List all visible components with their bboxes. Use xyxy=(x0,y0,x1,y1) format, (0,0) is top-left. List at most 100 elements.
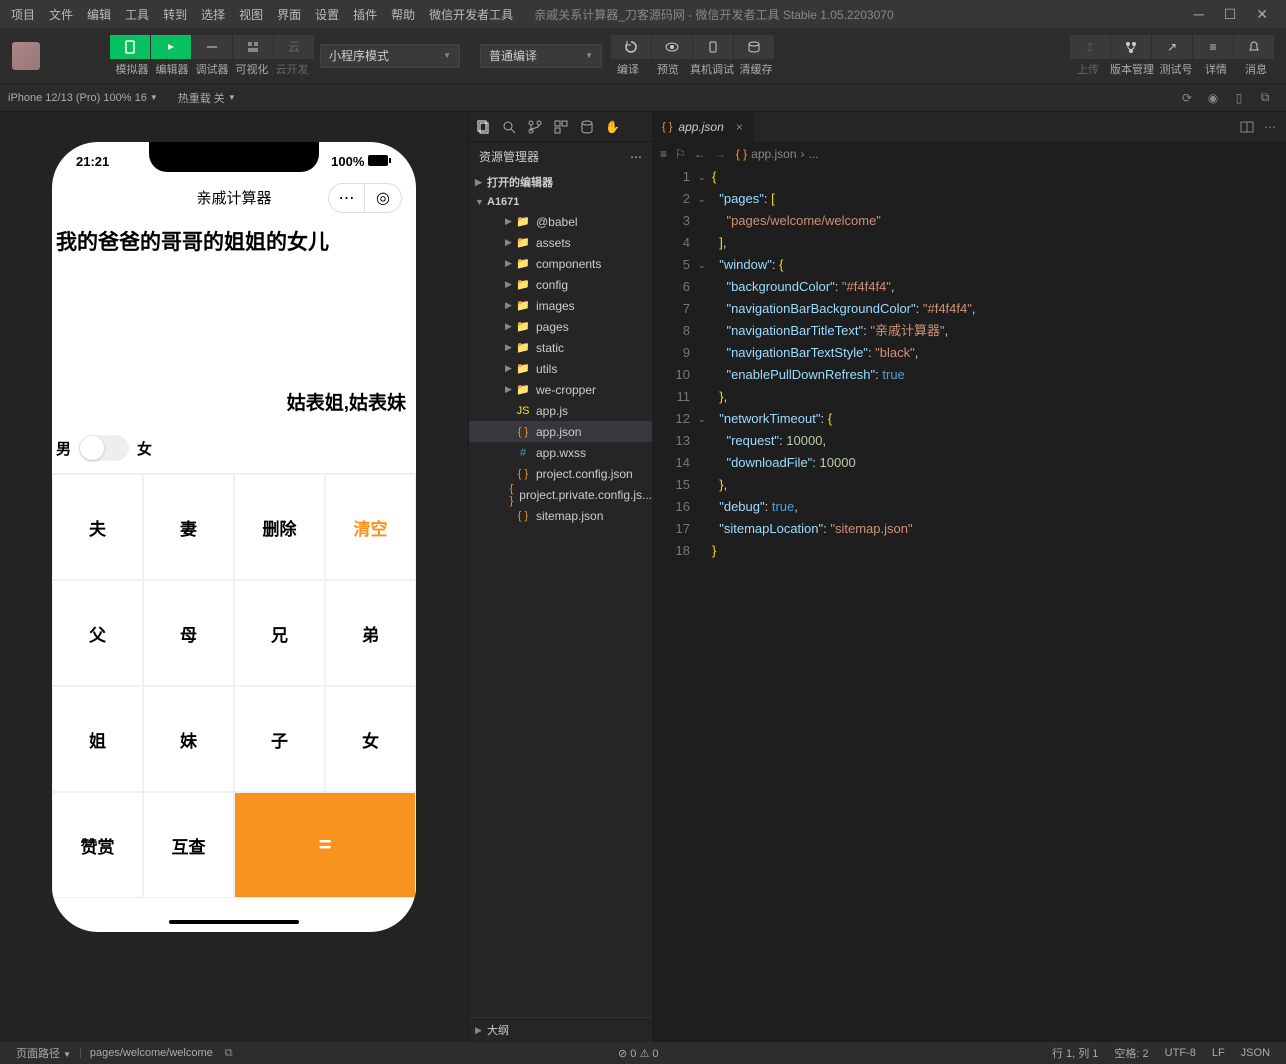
hot-reload-toggle[interactable]: 热重载 关▼ xyxy=(178,90,236,106)
encoding[interactable]: UTF-8 xyxy=(1165,1047,1196,1059)
tree-utils[interactable]: ▶📁utils xyxy=(469,358,652,379)
open-editors-section[interactable]: ▶打开的编辑器 xyxy=(469,171,652,193)
menu-编辑[interactable]: 编辑 xyxy=(80,8,118,22)
tree-config[interactable]: ▶📁config xyxy=(469,274,652,295)
key-妻[interactable]: 妻 xyxy=(143,474,234,580)
preview-button[interactable] xyxy=(652,35,692,59)
tree-images[interactable]: ▶📁images xyxy=(469,295,652,316)
key-母[interactable]: 母 xyxy=(143,580,234,686)
menu-选择[interactable]: 选择 xyxy=(194,8,232,22)
debugger-button[interactable] xyxy=(192,35,232,59)
code-editor[interactable]: 123456789101112131415161718 ⌄⌄ ⌄ ⌄ { "pa… xyxy=(652,166,1286,1042)
tree-@babel[interactable]: ▶📁@babel xyxy=(469,211,652,232)
tree-assets[interactable]: ▶📁assets xyxy=(469,232,652,253)
project-root[interactable]: ▼A1671 xyxy=(469,193,652,211)
language[interactable]: JSON xyxy=(1241,1047,1270,1059)
branch-icon[interactable] xyxy=(527,119,543,135)
key-赞赏[interactable]: 赞赏 xyxy=(52,792,143,898)
key-姐[interactable]: 姐 xyxy=(52,686,143,792)
files-icon[interactable] xyxy=(475,119,491,135)
phone-icon[interactable]: ▯ xyxy=(1226,85,1252,111)
clear-cache-button[interactable] xyxy=(734,35,774,59)
refresh-icon[interactable]: ⟳ xyxy=(1174,85,1200,111)
tree-pages[interactable]: ▶📁pages xyxy=(469,316,652,337)
menu-文件[interactable]: 文件 xyxy=(42,8,80,22)
key-子[interactable]: 子 xyxy=(234,686,325,792)
search-icon[interactable] xyxy=(501,119,517,135)
close-icon[interactable]: ✕ xyxy=(1256,6,1268,23)
home-indicator[interactable] xyxy=(169,920,299,924)
compile-dropdown[interactable]: 普通编译▼ xyxy=(480,44,602,68)
popout-icon[interactable]: ⧉ xyxy=(1252,85,1278,111)
split-icon[interactable] xyxy=(1240,120,1254,134)
compile-button[interactable] xyxy=(611,35,651,59)
menu-帮助[interactable]: 帮助 xyxy=(384,8,422,22)
indent[interactable]: 空格: 2 xyxy=(1114,1045,1148,1061)
list-icon[interactable]: ≡ xyxy=(660,147,667,161)
tree-project.config.json[interactable]: { }project.config.json xyxy=(469,463,652,484)
avatar[interactable] xyxy=(12,42,40,70)
menu-微信开发者工具[interactable]: 微信开发者工具 xyxy=(422,8,520,22)
menu-项目[interactable]: 项目 xyxy=(4,8,42,22)
minimize-icon[interactable]: ─ xyxy=(1194,6,1204,23)
visual-button[interactable] xyxy=(233,35,273,59)
forward-icon[interactable]: → xyxy=(714,147,726,161)
key-父[interactable]: 父 xyxy=(52,580,143,686)
key-清空[interactable]: 清空 xyxy=(325,474,416,580)
errors[interactable]: ⊘ 0 ⚠ 0 xyxy=(618,1047,659,1060)
key-互查[interactable]: 互查 xyxy=(143,792,234,898)
tab-app-json[interactable]: { } app.json × xyxy=(652,112,754,142)
menu-界面[interactable]: 界面 xyxy=(270,8,308,22)
mode-dropdown[interactable]: 小程序模式▼ xyxy=(320,44,460,68)
cursor-pos[interactable]: 行 1, 列 1 xyxy=(1052,1045,1098,1061)
key-兄[interactable]: 兄 xyxy=(234,580,325,686)
menu-插件[interactable]: 插件 xyxy=(346,8,384,22)
menu-转到[interactable]: 转到 xyxy=(156,8,194,22)
menu-dots-icon[interactable]: ⋯ xyxy=(329,184,365,212)
tab-close-icon[interactable]: × xyxy=(736,120,743,134)
tree-static[interactable]: ▶📁static xyxy=(469,337,652,358)
upload-button[interactable]: ↥ xyxy=(1070,35,1110,59)
cloud-button[interactable]: 云 xyxy=(274,35,314,59)
details-button[interactable]: ≡ xyxy=(1193,35,1233,59)
eol[interactable]: LF xyxy=(1212,1047,1225,1059)
notifications-button[interactable] xyxy=(1234,35,1274,59)
key-弟[interactable]: 弟 xyxy=(325,580,416,686)
tree-we-cropper[interactable]: ▶📁we-cropper xyxy=(469,379,652,400)
test-id-button[interactable]: ↗ xyxy=(1152,35,1192,59)
tree-app.json[interactable]: { }app.json xyxy=(469,421,652,442)
db-icon[interactable] xyxy=(579,119,595,135)
key-夫[interactable]: 夫 xyxy=(52,474,143,580)
key-妹[interactable]: 妹 xyxy=(143,686,234,792)
page-path[interactable]: 页面路径 ▼ xyxy=(16,1045,71,1061)
editor-button[interactable] xyxy=(151,35,191,59)
key-=[interactable]: = xyxy=(234,792,416,898)
maximize-icon[interactable]: ☐ xyxy=(1224,6,1237,23)
target-icon[interactable]: ◎ xyxy=(365,184,401,212)
capsule-button[interactable]: ⋯◎ xyxy=(328,183,402,213)
tree-sitemap.json[interactable]: { }sitemap.json xyxy=(469,505,652,526)
menu-视图[interactable]: 视图 xyxy=(232,8,270,22)
simulator-button[interactable] xyxy=(110,35,150,59)
key-女[interactable]: 女 xyxy=(325,686,416,792)
tree-app.js[interactable]: JSapp.js xyxy=(469,400,652,421)
record-icon[interactable]: ◉ xyxy=(1200,85,1226,111)
key-删除[interactable]: 删除 xyxy=(234,474,325,580)
version-button[interactable] xyxy=(1111,35,1151,59)
tree-project.private.config.js...[interactable]: { }project.private.config.js... xyxy=(469,484,652,505)
hand-icon[interactable]: ✋ xyxy=(605,120,620,134)
device-selector[interactable]: iPhone 12/13 (Pro) 100% 16▼ xyxy=(8,92,158,104)
tree-components[interactable]: ▶📁components xyxy=(469,253,652,274)
menu-工具[interactable]: 工具 xyxy=(118,8,156,22)
copy-icon[interactable]: ⧉ xyxy=(225,1047,233,1060)
more-icon[interactable]: ⋯ xyxy=(630,150,642,164)
gender-toggle[interactable] xyxy=(79,435,129,461)
outline-section[interactable]: ▶大纲 xyxy=(469,1017,652,1042)
bookmark-icon[interactable]: ⚐ xyxy=(675,147,686,161)
extensions-icon[interactable] xyxy=(553,119,569,135)
menu-设置[interactable]: 设置 xyxy=(308,8,346,22)
remote-debug-button[interactable] xyxy=(693,35,733,59)
tab-more-icon[interactable]: ⋯ xyxy=(1264,120,1276,134)
tree-app.wxss[interactable]: #app.wxss xyxy=(469,442,652,463)
back-icon[interactable]: ← xyxy=(694,147,706,161)
